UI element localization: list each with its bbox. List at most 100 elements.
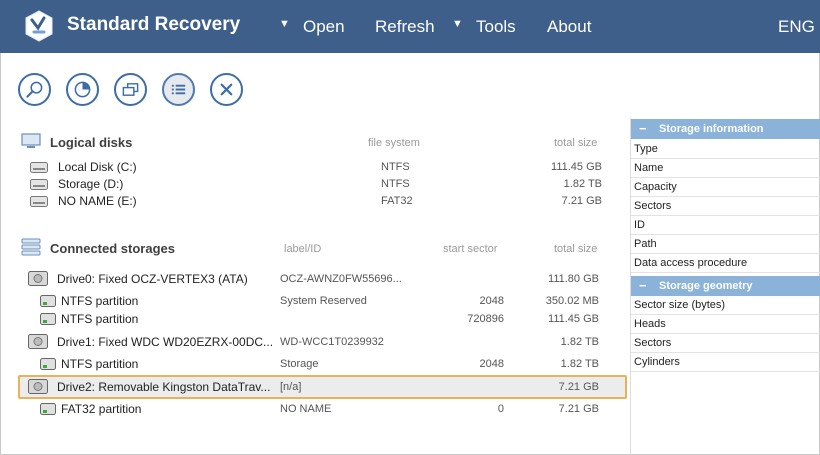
partition-icon — [40, 403, 56, 415]
partition-name: NTFS partition — [61, 294, 139, 308]
property-row: Heads — [631, 315, 820, 334]
logical-disk-size: 1.82 TB — [563, 178, 602, 190]
property-row: Path — [631, 235, 820, 254]
logical-disk-fs: FAT32 — [381, 195, 413, 207]
logical-disk-name: Storage (D:) — [58, 177, 124, 191]
tools-dropdown-caret[interactable]: ▼ — [452, 18, 463, 30]
partition-name: NTFS partition — [61, 357, 139, 371]
drive-row-selected[interactable]: Drive2: Removable Kingston DataTrav... [… — [18, 376, 627, 398]
language-selector[interactable]: ENG — [778, 17, 815, 37]
drive-name: Drive0: Fixed OCZ-VERTEX3 (ATA) — [57, 272, 248, 286]
close-icon — [220, 83, 233, 96]
partition-row[interactable]: NTFS partition 720896 111.45 GB — [18, 310, 627, 328]
logical-disk-fs: NTFS — [381, 178, 410, 190]
hard-disk-icon — [30, 179, 48, 190]
partition-label: System Reserved — [280, 295, 367, 307]
partition-start-sector: 2048 — [479, 358, 504, 370]
property-row: Type — [631, 140, 820, 159]
partition-icon — [40, 358, 56, 370]
logical-disks-title: Logical disks — [50, 135, 133, 150]
property-row: ID — [631, 216, 820, 235]
storage-geometry-header[interactable]: − Storage geometry — [631, 276, 820, 296]
hard-disk-icon — [30, 162, 48, 173]
property-row: Sectors — [631, 197, 820, 216]
logical-disk-size: 111.45 GB — [551, 161, 602, 173]
menu-tools[interactable]: Tools — [476, 17, 516, 37]
storage-information-title: Storage information — [659, 123, 764, 135]
drive-label: [n/a] — [280, 381, 302, 393]
storage-stack-icon — [21, 238, 41, 256]
partition-label: NO NAME — [280, 403, 332, 415]
menu-refresh[interactable]: Refresh — [375, 17, 435, 37]
menu-about[interactable]: About — [547, 17, 591, 37]
property-row: Data access procedure — [631, 254, 820, 273]
connected-storages-title: Connected storages — [50, 241, 175, 256]
hard-disk-icon — [30, 196, 48, 207]
scan-icon — [26, 81, 43, 98]
logical-disk-row[interactable]: NO NAME (E:) FAT32 7.21 GB — [18, 193, 618, 210]
storage-information-header[interactable]: − Storage information — [631, 119, 820, 139]
app-title: Standard Recovery — [67, 14, 241, 35]
partition-start-sector: 0 — [497, 403, 504, 415]
open-dropdown-caret[interactable]: ▼ — [279, 18, 290, 30]
list-view-button[interactable] — [162, 73, 195, 106]
col-total-size: total size — [554, 243, 598, 255]
disk-image-button[interactable] — [114, 73, 147, 106]
logical-disk-name: Local Disk (C:) — [58, 160, 137, 174]
menu-open[interactable]: Open — [303, 17, 345, 37]
properties-panel: − Storage information Type Name Capacity… — [630, 118, 820, 455]
property-row: Sectors — [631, 334, 820, 353]
disk-chart-icon — [74, 81, 91, 98]
partition-size: 1.82 TB — [560, 358, 599, 370]
partition-start-sector: 2048 — [479, 295, 504, 307]
drive-size: 7.21 GB — [558, 381, 599, 393]
drive-icon — [28, 379, 48, 394]
drive-name: Drive2: Removable Kingston DataTrav... — [57, 380, 271, 394]
property-row: Name — [631, 159, 820, 178]
partition-size: 350.02 MB — [545, 295, 599, 307]
drive-icon — [28, 334, 48, 349]
storage-geometry-title: Storage geometry — [659, 280, 753, 292]
partition-row[interactable]: NTFS partition Storage 2048 1.82 TB — [18, 355, 627, 373]
partition-name: NTFS partition — [61, 312, 139, 326]
logical-disk-size: 7.21 GB — [561, 195, 602, 207]
partition-label: Storage — [280, 358, 319, 370]
storage-list-pane: Logical disks file system total size Loc… — [0, 118, 630, 455]
drive-size: 1.82 TB — [560, 336, 599, 348]
disk-map-button[interactable] — [66, 73, 99, 106]
drive-name: Drive1: Fixed WDC WD20EZRX-00DC... — [57, 335, 274, 349]
collapse-icon: − — [639, 121, 647, 136]
collapse-icon: − — [639, 278, 647, 293]
logical-disk-fs: NTFS — [381, 161, 410, 173]
partition-row[interactable]: FAT32 partition NO NAME 0 7.21 GB — [18, 400, 627, 418]
title-bar: Standard Recovery ▼ Open Refresh ▼ Tools… — [0, 0, 820, 53]
logical-disk-row[interactable]: Storage (D:) NTFS 1.82 TB — [18, 176, 618, 193]
list-view-icon — [171, 84, 186, 95]
toolbar — [0, 53, 820, 118]
scan-button[interactable] — [18, 73, 51, 106]
monitor-icon — [21, 133, 41, 148]
partition-size: 7.21 GB — [558, 403, 599, 415]
partition-icon — [40, 295, 56, 307]
property-row: Cylinders — [631, 353, 820, 372]
property-row: Sector size (bytes) — [631, 296, 820, 315]
drive-label: OCZ-AWNZ0FW55696... — [280, 273, 402, 285]
partition-row[interactable]: NTFS partition System Reserved 2048 350.… — [18, 292, 627, 310]
partition-start-sector: 720896 — [467, 313, 504, 325]
drive-label: WD-WCC1T0239932 — [280, 336, 384, 348]
drive-size: 111.80 GB — [548, 273, 599, 285]
col-label-id: label/ID — [284, 243, 322, 255]
close-button[interactable] — [210, 73, 243, 106]
drive-row[interactable]: Drive1: Fixed WDC WD20EZRX-00DC... WD-WC… — [18, 331, 627, 353]
col-start-sector: start sector — [443, 243, 498, 255]
app-logo-icon — [25, 10, 53, 42]
property-row: Capacity — [631, 178, 820, 197]
logical-disk-row[interactable]: Local Disk (C:) NTFS 111.45 GB — [18, 159, 618, 176]
logical-disk-name: NO NAME (E:) — [58, 194, 137, 208]
partition-name: FAT32 partition — [61, 402, 142, 416]
disk-image-icon — [122, 83, 139, 96]
partition-icon — [40, 313, 56, 325]
col-file-system: file system — [368, 137, 420, 149]
drive-row[interactable]: Drive0: Fixed OCZ-VERTEX3 (ATA) OCZ-AWNZ… — [18, 268, 627, 290]
col-total-size: total size — [554, 137, 598, 149]
